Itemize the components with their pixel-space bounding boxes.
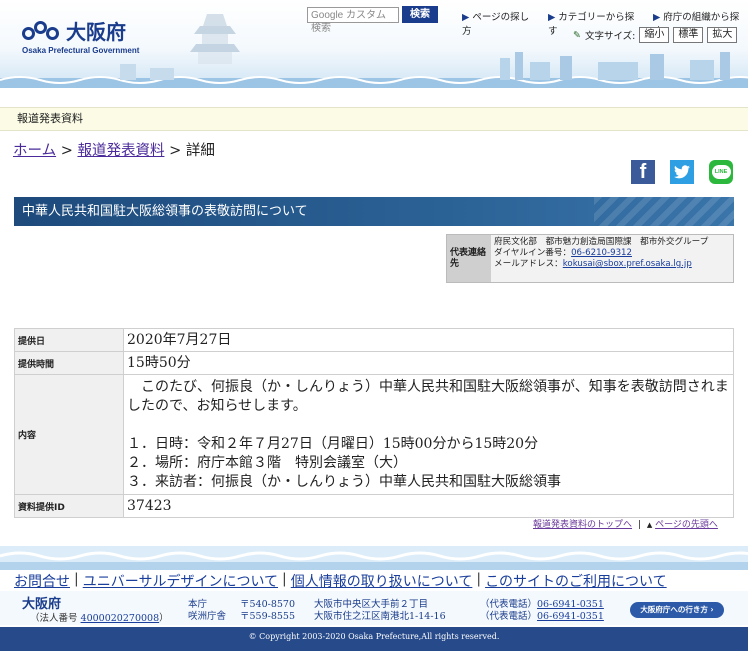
office-zips: 〒540-8570 〒559-8555 [240,599,296,622]
footer-info: 大阪府 （法人番号 4000020270008） 本庁 咲洲庁舎 〒540-85… [0,591,748,625]
breadcrumb-home-link[interactable]: ホーム [13,143,56,159]
nav-find-page[interactable]: ▶ ページの探し方 [462,9,538,37]
breadcrumb-separator: > [60,143,73,159]
pencil-icon: ✎ [573,29,581,41]
contact-mail-link[interactable]: kokusai@sbox.pref.osaka.lg.jp [563,259,692,269]
facebook-icon[interactable]: f [631,160,655,184]
content-line: １．日時：令和２年７月27日（月曜日）15時00分から15時20分 [127,435,539,452]
footer-corp-number: （法人番号 4000020270008） [30,613,169,624]
line-icon[interactable]: LINE [709,160,733,184]
contact-dial-label: ダイヤルイン番号： [494,248,572,258]
footer-terms-link[interactable]: このサイトのご利用について [485,571,667,591]
arrow-up-icon: ▲ [646,521,653,529]
content-line [127,416,730,435]
search-input[interactable]: Google カスタム検索 [307,7,399,34]
site-header: 大阪府 Osaka Prefectural Government Google … [0,0,748,88]
city-skyline-illustration-icon [0,52,748,88]
footer-links: お問合せ | ユニバーサルデザインについて | 個人情報の取り扱いについて | … [14,571,667,591]
footer-separator: | [282,571,287,587]
page-title: 中華人民共和国駐大阪総領事の表敬訪問について [14,197,734,226]
page-links: 報道発表資料のトップへ | ▲ ページの先頭へ [533,519,733,531]
font-smaller-button[interactable]: 縮小 [639,27,670,43]
breadcrumb-separator: > [169,143,182,159]
table-row: 資料提供ID 37423 [14,494,734,518]
detail-table: 提供日 2020年7月27日 提供時間 15時50分 内容 このたび、何振良（か… [14,328,734,518]
twitter-bird-icon [674,165,690,179]
time-value: 15時50分 [123,351,734,375]
social-share: f LINE [631,160,733,184]
access-button[interactable]: 大阪府庁への行き方 › [630,602,724,618]
corp-number-link[interactable]: 4000020270008 [81,613,160,624]
copyright: © Copyright 2003-2020 Osaka Prefecture,A… [0,627,748,651]
date-label: 提供日 [14,328,124,352]
contact-dial-link[interactable]: 06-6210-9312 [571,248,632,258]
footer-privacy-link[interactable]: 個人情報の取り扱いについて [291,571,473,591]
office-addresses: 大阪市中央区大手前２丁目 大阪市住之江区南港北1-14-16 [314,599,446,622]
logo-mark-icon [22,18,62,44]
page-top-link[interactable]: ページの先頭へ [655,520,718,530]
search-button[interactable]: 検索 [402,6,438,23]
footer-contact-link[interactable]: お問合せ [14,571,70,591]
twitter-icon[interactable] [670,160,694,184]
footer-skyline-illustration-icon [0,546,748,570]
office-tels: （代表電話）06-6941-0351 （代表電話）06-6941-0351 [480,599,604,622]
footer-separator: | [74,571,79,587]
table-row: 提供時間 15時50分 [14,351,734,375]
arrow-right-icon: ▶ [462,12,470,23]
footer-universal-design-link[interactable]: ユニバーサルデザインについて [83,571,278,591]
content-line: ２．場所：府庁本館３階 特別会議室（大） [127,454,407,471]
content-line: このたび、何振良（か・しんりょう）中華人民共和国駐大阪総領事が、知事を表敬訪問さ… [127,378,729,414]
id-value: 37423 [123,494,734,518]
site-logo[interactable]: 大阪府 [22,16,126,45]
contact-label: 代表連絡先 [447,235,491,282]
link-separator: | [637,520,641,530]
content-line: ３．来訪者：何振良（か・しんりょう）中華人民共和国駐大阪総領事 [127,473,561,490]
contact-box: 代表連絡先 府民文化部 都市魅力創造局国際課 都市外交グループ ダイヤルイン番号… [446,234,734,283]
date-value: 2020年7月27日 [123,328,734,352]
breadcrumb-press-link[interactable]: 報道発表資料 [77,143,164,159]
section-label: 報道発表資料 [0,107,748,131]
logo-text: 大阪府 [66,20,126,44]
font-size-label: 文字サイズ: [584,31,636,42]
font-larger-button[interactable]: 拡大 [707,27,738,43]
time-label: 提供時間 [14,351,124,375]
table-row: 提供日 2020年7月27日 [14,328,734,352]
arrow-right-icon: ▶ [652,12,661,23]
office-tel-link[interactable]: 06-6941-0351 [537,599,604,610]
font-size-control: ✎ 文字サイズ: 縮小 標準 拡大 [573,27,738,43]
press-top-link[interactable]: 報道発表資料のトップへ [533,520,632,530]
content-value: このたび、何振良（か・しんりょう）中華人民共和国駐大阪総領事が、知事を表敬訪問さ… [123,374,734,495]
breadcrumb-current: 詳細 [185,143,215,159]
table-row: 内容 このたび、何振良（か・しんりょう）中華人民共和国駐大阪総領事が、知事を表敬… [14,374,734,495]
contact-details: 府民文化部 都市魅力創造局国際課 都市外交グループ ダイヤルイン番号：06-62… [491,235,733,282]
breadcrumb: ホーム > 報道発表資料 > 詳細 [13,139,215,160]
contact-dept: 府民文化部 都市魅力創造局国際課 都市外交グループ [494,237,709,247]
font-standard-button[interactable]: 標準 [673,27,704,43]
contact-mail-label: メールアドレス： [494,259,563,269]
arrow-right-icon: ▶ [547,12,556,23]
office-tel-link[interactable]: 06-6941-0351 [537,611,604,622]
id-label: 資料提供ID [14,494,124,518]
office-names: 本庁 咲洲庁舎 [188,599,227,622]
footer-separator: | [476,571,482,587]
content-label: 内容 [14,374,124,495]
